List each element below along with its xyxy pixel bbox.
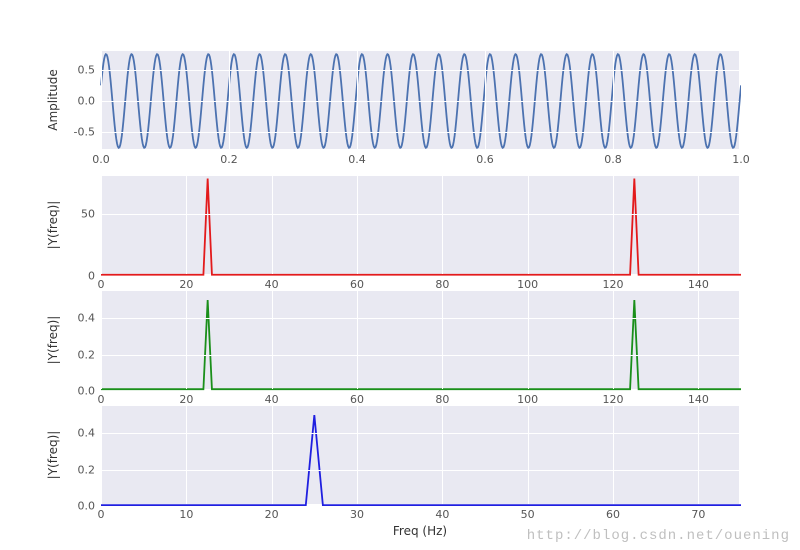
gridline-h [101, 318, 739, 319]
ytick-label: 0.4 [78, 427, 96, 440]
gridline-h [101, 506, 739, 507]
gridline-h [101, 276, 739, 277]
xtick-label: 1.0 [732, 153, 750, 166]
subplot-fft-one-sided: |Y(freq)| Freq (Hz) 0102030405060700.00.… [100, 405, 740, 505]
ytick-label: 0.4 [78, 312, 96, 325]
xtick-label: 0.0 [92, 153, 110, 166]
gridline-v [698, 406, 699, 504]
gridline-v [357, 406, 358, 504]
xtick-label: 0.8 [604, 153, 622, 166]
gridline-v [528, 291, 529, 389]
xtick-label: 60 [606, 508, 620, 521]
ytick-label: 0.2 [78, 463, 96, 476]
gridline-v [101, 291, 102, 389]
gridline-v [442, 176, 443, 274]
gridline-v [613, 291, 614, 389]
gridline-v [101, 406, 102, 504]
sine-plot [101, 51, 739, 149]
xtick-label: 40 [435, 508, 449, 521]
fft-one-sided-plot [101, 406, 739, 504]
gridline-v [528, 176, 529, 274]
gridline-h [101, 355, 739, 356]
xtick-label: 20 [265, 508, 279, 521]
xtick-label: 0 [98, 508, 105, 521]
ytick-label: 0 [88, 270, 95, 283]
gridline-v [741, 51, 742, 149]
gridline-v [698, 291, 699, 389]
ylabel-yfreq-1: |Y(freq)| [46, 201, 60, 250]
ytick-label: 0.2 [78, 348, 96, 361]
xtick-label: 10 [179, 508, 193, 521]
subplot-time-domain: Amplitude 0.00.20.40.60.81.0-0.50.00.5 [100, 50, 740, 150]
gridline-v [528, 406, 529, 504]
ytick-label: 0.0 [78, 95, 96, 108]
gridline-v [186, 406, 187, 504]
gridline-v [272, 291, 273, 389]
gridline-v [485, 51, 486, 149]
gridline-v [613, 176, 614, 274]
ytick-label: 0.0 [78, 500, 96, 513]
gridline-v [186, 291, 187, 389]
gridline-v [186, 176, 187, 274]
gridline-h [101, 70, 739, 71]
figure: Amplitude 0.00.20.40.60.81.0-0.50.00.5 |… [0, 0, 800, 550]
gridline-v [613, 51, 614, 149]
gridline-h [101, 132, 739, 133]
ytick-label: -0.5 [74, 126, 95, 139]
gridline-h [101, 101, 739, 102]
ylabel-yfreq-2: |Y(freq)| [46, 316, 60, 365]
xtick-label: 0.6 [476, 153, 494, 166]
gridline-v [357, 176, 358, 274]
xtick-label: 30 [350, 508, 364, 521]
gridline-v [272, 176, 273, 274]
gridline-v [698, 176, 699, 274]
gridline-h [101, 214, 739, 215]
xlabel-freq: Freq (Hz) [393, 524, 447, 538]
subplot-fft-raw: |Y(freq)| 020406080100120140050 [100, 175, 740, 275]
xtick-label: 70 [691, 508, 705, 521]
fft-two-sided-plot [101, 291, 739, 389]
ytick-label: 0.5 [78, 63, 96, 76]
gridline-h [101, 470, 739, 471]
ytick-label: 50 [81, 207, 95, 220]
xtick-label: 50 [521, 508, 535, 521]
gridline-v [229, 51, 230, 149]
xtick-label: 0.4 [348, 153, 366, 166]
watermark-text: http://blog.csdn.net/ouening [527, 528, 790, 544]
xtick-label: 0.2 [220, 153, 238, 166]
gridline-v [272, 406, 273, 504]
ylabel-amplitude: Amplitude [46, 69, 60, 131]
gridline-v [101, 51, 102, 149]
gridline-v [442, 406, 443, 504]
gridline-v [357, 291, 358, 389]
subplot-fft-two-sided: |Y(freq)| 0204060801001201400.00.20.4 [100, 290, 740, 390]
gridline-v [442, 291, 443, 389]
gridline-h [101, 433, 739, 434]
gridline-v [101, 176, 102, 274]
fft-raw-plot [101, 176, 739, 274]
ylabel-yfreq-3: |Y(freq)| [46, 431, 60, 480]
gridline-v [613, 406, 614, 504]
gridline-h [101, 391, 739, 392]
gridline-v [357, 51, 358, 149]
ytick-label: 0.0 [78, 385, 96, 398]
